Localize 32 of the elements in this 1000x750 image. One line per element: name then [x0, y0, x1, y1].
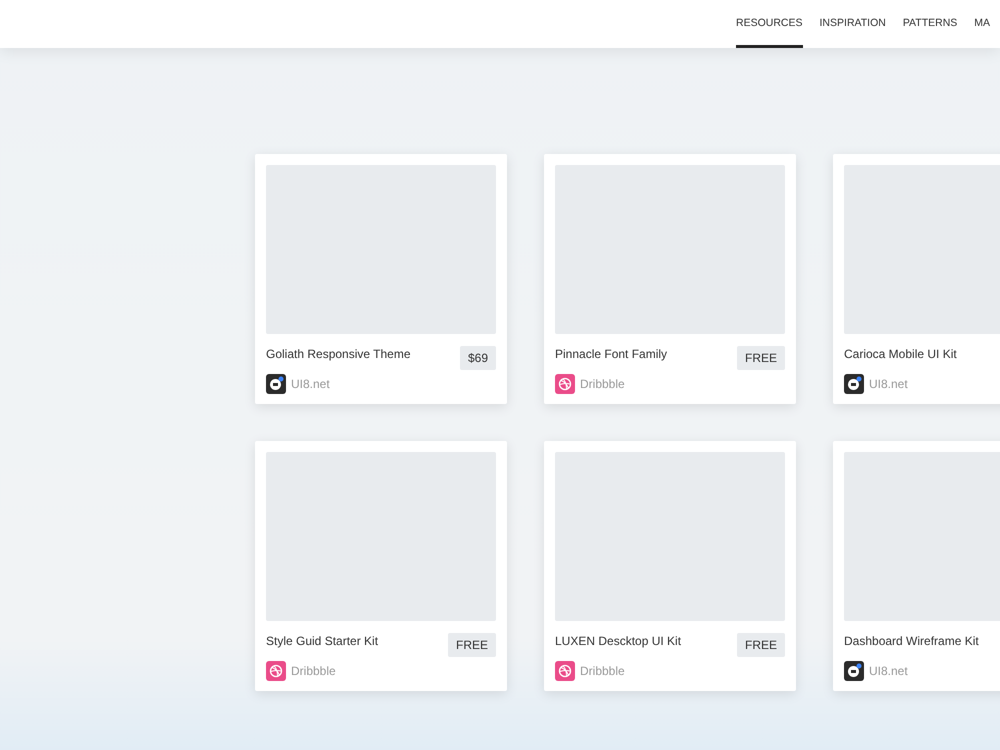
ui8-logo-icon: [844, 661, 864, 681]
card-title: Style Guid Starter Kit: [266, 634, 378, 648]
resource-card[interactable]: Goliath Responsive Theme $69 UI8.net: [255, 154, 507, 404]
resource-card[interactable]: Style Guid Starter Kit FREE Dribbble: [255, 441, 507, 691]
resource-card[interactable]: Carioca Mobile UI Kit UI8.net: [833, 154, 1000, 404]
dribbble-icon: [266, 661, 286, 681]
ui8-logo-icon: [266, 374, 286, 394]
price-tag: FREE: [448, 633, 496, 657]
price-tag: FREE: [736, 346, 785, 370]
source-name: UI8.net: [291, 377, 330, 391]
price-tag: $69: [460, 346, 496, 370]
nav-tab[interactable]: PATTERNS: [902, 0, 958, 48]
source-name: Dribbble: [580, 664, 625, 678]
source-name: Dribbble: [291, 664, 336, 678]
resource-card[interactable]: Pinnacle Font Family FREE Dribbble: [544, 154, 796, 404]
dribbble-icon: [555, 374, 575, 394]
nav-tab[interactable]: RESOURCES: [736, 0, 803, 48]
source-name: Dribbble: [580, 377, 625, 391]
price-tag: FREE: [736, 633, 785, 657]
source-name: UI8.net: [869, 377, 908, 391]
ui8-logo-icon: [844, 374, 864, 394]
source-name: UI8.net: [869, 664, 908, 678]
card-title: Pinnacle Font Family: [555, 347, 668, 361]
card-title: LUXEN Descktop UI Kit: [555, 634, 682, 648]
card-title: Dashboard Wireframe Kit: [844, 634, 979, 648]
nav-tab[interactable]: MA: [974, 0, 990, 48]
dribbble-icon: [555, 661, 575, 681]
nav-tab[interactable]: INSPIRATION: [820, 0, 886, 48]
card-title: Carioca Mobile UI Kit: [844, 347, 957, 361]
resource-card[interactable]: LUXEN Descktop UI Kit FREE Dribbble: [544, 441, 796, 691]
resource-card[interactable]: Dashboard Wireframe Kit UI8.net: [833, 441, 1000, 691]
card-title: Goliath Responsive Theme: [266, 347, 411, 361]
